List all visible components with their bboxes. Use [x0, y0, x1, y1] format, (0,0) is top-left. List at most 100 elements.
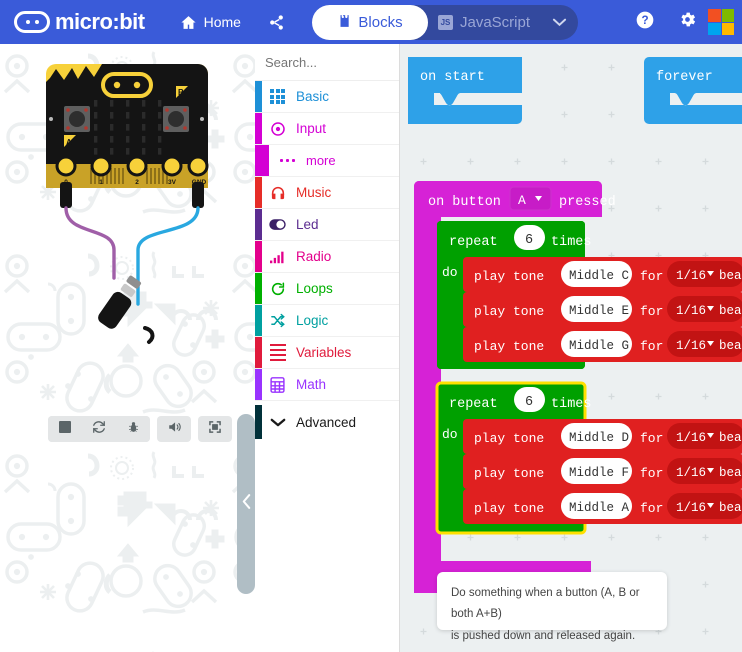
- block-tooltip: Do something when a button (A, B or both…: [437, 572, 667, 642]
- share-icon: [268, 14, 285, 31]
- toolbox-category-label: Math: [296, 377, 327, 392]
- toolbox-category-label: Logic: [296, 313, 329, 328]
- svg-text:1: 1: [99, 179, 103, 186]
- simulator-panel: A B 1 2 3V: [0, 44, 255, 652]
- block-repeat-1: repeat 6 times do play tone Middle C for…: [437, 221, 742, 369]
- for-label: for: [640, 501, 663, 516]
- brand-name: micro:bit: [55, 9, 145, 34]
- toolbox-category-label: Loops: [296, 281, 333, 296]
- toolbox-category-led[interactable]: Led: [255, 209, 399, 241]
- tab-javascript[interactable]: JS JavaScript: [428, 5, 540, 40]
- beat-label: beat: [719, 431, 742, 445]
- block-label: forever: [656, 70, 713, 85]
- event-prefix-label: on button: [428, 195, 501, 210]
- speaker-icon: [167, 420, 182, 439]
- help-button[interactable]: ?: [624, 0, 666, 44]
- toolbox-category-label: more: [306, 153, 336, 168]
- simulator-toolbar: [48, 416, 232, 442]
- block-play-tone-5: play tone Middle F for 1/16 beat: [463, 454, 742, 489]
- tooltip-line-1: Do something when a button (A, B or both…: [451, 587, 640, 621]
- play-tone-prefix: play tone: [474, 431, 544, 446]
- duration-field: 1/16: [676, 466, 706, 480]
- toolbox-category-label: Variables: [296, 345, 352, 360]
- toggle-icon: [269, 216, 286, 233]
- block-play-tone-1: play tone Middle C for 1/16 beat: [463, 257, 742, 292]
- debug-button[interactable]: [116, 416, 150, 442]
- times-label: times: [551, 397, 592, 412]
- block-repeat-2: repeat 6 times do play tone Middle D for…: [435, 381, 742, 535]
- beat-label: beat: [719, 501, 742, 515]
- microbit-board[interactable]: A B 1 2 3V: [42, 60, 212, 360]
- tab-javascript-label: JavaScript: [459, 14, 531, 31]
- fullscreen-button[interactable]: [198, 416, 232, 442]
- home-button[interactable]: Home: [167, 0, 254, 44]
- block-play-tone-3: play tone Middle G for 1/16 beat: [463, 327, 742, 362]
- toolbox-category-label: Led: [296, 217, 319, 232]
- headphones-icon: [269, 184, 286, 201]
- duration-field: 1/16: [676, 304, 706, 318]
- block-play-tone-4: play tone Middle D for 1/16 beat: [463, 419, 742, 454]
- for-label: for: [640, 339, 663, 354]
- toolbox-category-radio[interactable]: Radio: [255, 241, 399, 273]
- svg-text:3V: 3V: [168, 179, 177, 186]
- beat-label: beat: [719, 466, 742, 480]
- tab-blocks[interactable]: Blocks: [312, 5, 428, 40]
- microbit-logo-icon: [14, 11, 50, 33]
- stop-button[interactable]: [48, 416, 82, 442]
- panel-resize-handle[interactable]: [237, 414, 255, 594]
- toolbox-category-label: Radio: [296, 249, 332, 264]
- toolbox-category-loops[interactable]: Loops: [255, 273, 399, 305]
- for-label: for: [640, 466, 663, 481]
- settings-button[interactable]: [666, 0, 708, 44]
- restart-button[interactable]: [82, 416, 116, 442]
- shuffle-icon: [269, 312, 286, 329]
- simulator-controls-group: [48, 416, 150, 442]
- toolbox-category-music[interactable]: Music: [255, 177, 399, 209]
- toolbox-category-label: Input: [296, 121, 327, 136]
- block-stack-on-button-pressed[interactable]: on button A pressed repeat 6 times do pl…: [414, 181, 742, 616]
- svg-text:?: ?: [641, 14, 648, 27]
- block-forever[interactable]: forever: [640, 53, 742, 128]
- toolbox-category-advanced[interactable]: Advanced: [255, 405, 399, 439]
- toolbox-category-input-more[interactable]: more: [255, 145, 399, 177]
- repeat-label: repeat: [449, 235, 498, 250]
- toolbox-category-input[interactable]: Input: [255, 113, 399, 145]
- toolbox-category-label: Basic: [296, 89, 330, 104]
- tab-blocks-label: Blocks: [358, 14, 403, 31]
- makecode-editor: micro:bit Home Blocks JS JavaScript ? A …: [0, 0, 742, 652]
- play-tone-prefix: play tone: [474, 304, 544, 319]
- toolbox-category-logic[interactable]: Logic: [255, 305, 399, 337]
- for-label: for: [640, 431, 663, 446]
- block-on-start[interactable]: on start: [404, 53, 526, 128]
- signal-bars-icon: [269, 248, 286, 265]
- svg-text:A: A: [66, 138, 72, 147]
- for-label: for: [640, 269, 663, 284]
- play-tone-prefix: play tone: [474, 501, 544, 516]
- block-label: on start: [420, 70, 485, 85]
- repeat-count-field: 6: [525, 395, 533, 410]
- stop-square-icon: [59, 420, 71, 438]
- lines-icon: [269, 343, 286, 362]
- beat-label: beat: [719, 304, 742, 318]
- microsoft-logo-icon[interactable]: [708, 9, 734, 35]
- play-tone-prefix: play tone: [474, 269, 544, 284]
- button-dropdown-value: A: [518, 193, 526, 208]
- duration-field: 1/16: [676, 501, 706, 515]
- gear-icon: [678, 10, 697, 34]
- toolbox-search: [255, 44, 454, 81]
- js-badge-icon: JS: [437, 15, 453, 30]
- duration-field: 1/16: [676, 339, 706, 353]
- mute-group: [157, 416, 191, 442]
- language-dropdown-button[interactable]: [540, 14, 578, 32]
- toolbox-category-math[interactable]: Math: [255, 369, 399, 401]
- toolbox-category-variables[interactable]: Variables: [255, 337, 399, 369]
- blocks-workspace[interactable]: on start forever on button A pressed rep…: [400, 44, 742, 652]
- share-button[interactable]: [254, 0, 299, 44]
- brand-logo[interactable]: micro:bit: [14, 9, 145, 35]
- mute-button[interactable]: [157, 416, 191, 442]
- target-icon: [269, 120, 286, 137]
- toolbox-category-basic[interactable]: Basic: [255, 81, 399, 113]
- loop-arrow-icon: [269, 280, 286, 297]
- times-label: times: [551, 235, 592, 250]
- do-label: do: [442, 427, 458, 442]
